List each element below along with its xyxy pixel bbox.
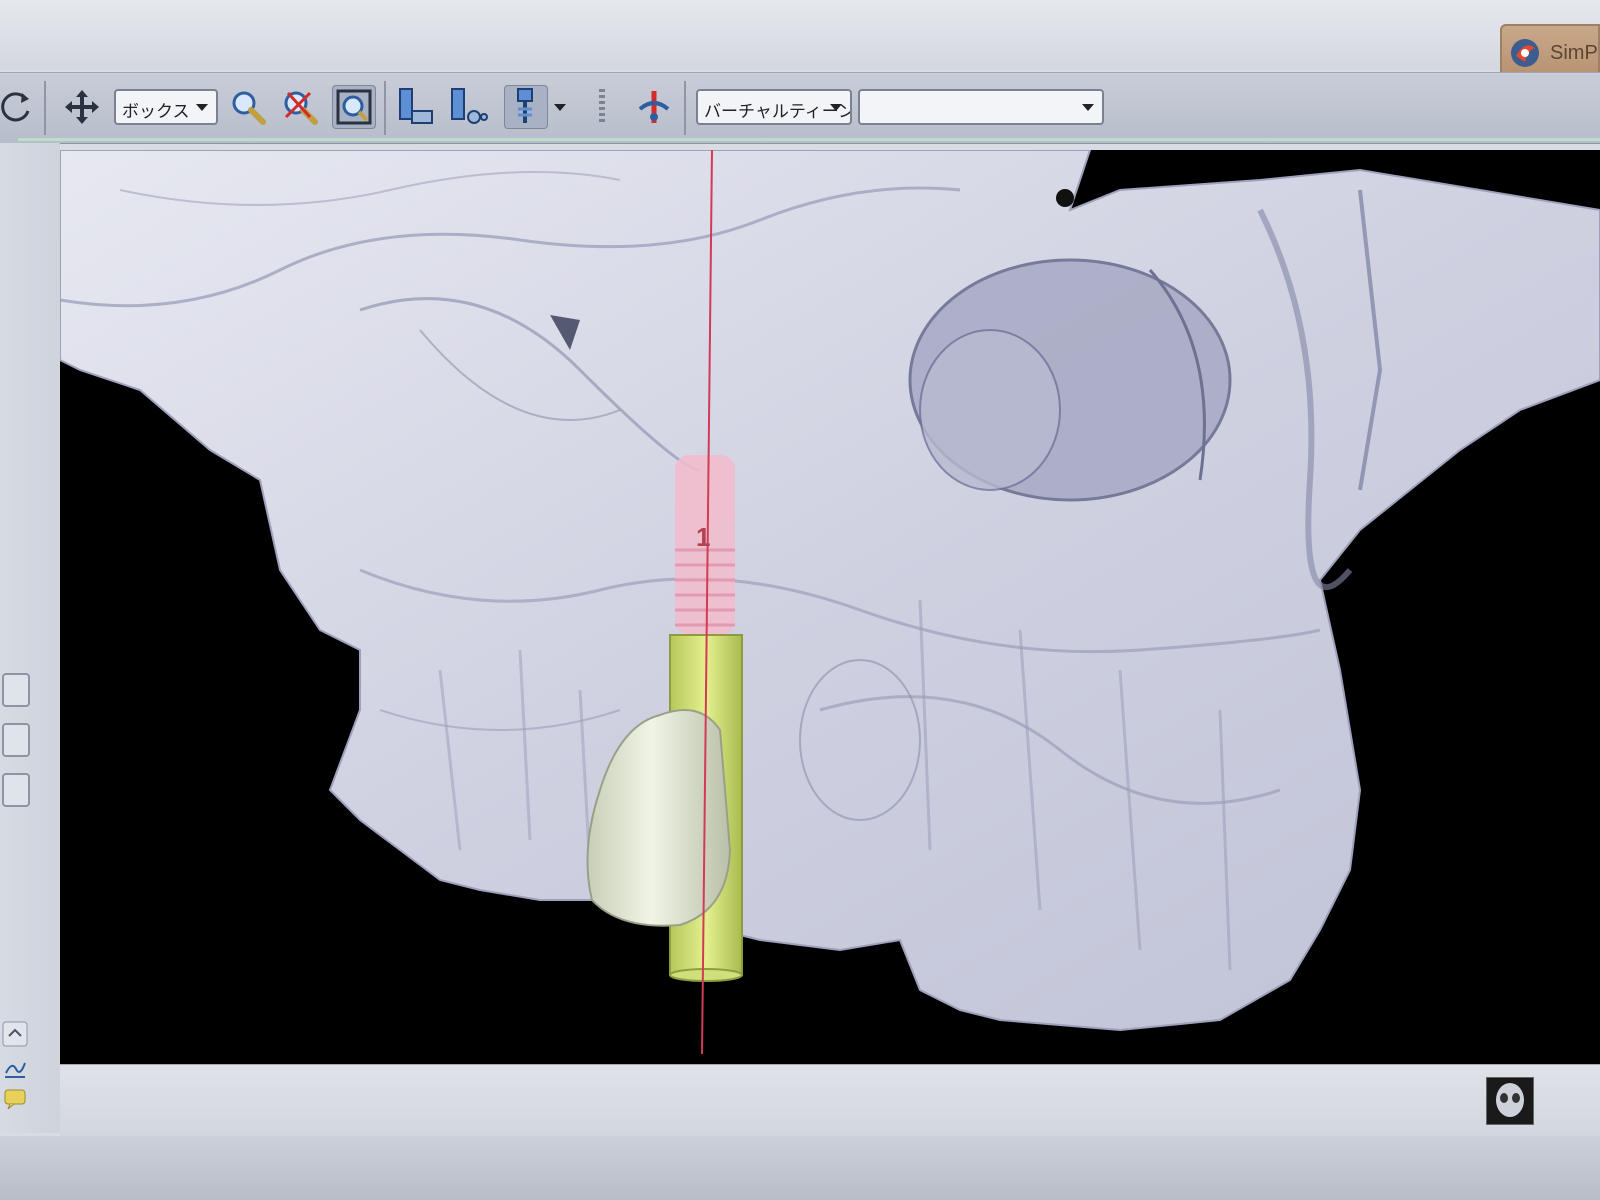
- brand-label: SimP: [1550, 42, 1598, 64]
- side-panel-button-3[interactable]: [2, 773, 30, 807]
- virtual-teeth-select[interactable]: バーチャルティーン: [696, 89, 852, 125]
- object-select[interactable]: [858, 89, 1104, 125]
- zoom-reset-icon: [284, 91, 318, 125]
- chevron-down-icon: [196, 104, 208, 111]
- title-area: [0, 0, 1600, 70]
- zoom-icon: [232, 91, 266, 125]
- zoom-fit-icon: [336, 89, 372, 125]
- implant-tool-3-button[interactable]: [504, 85, 548, 129]
- axis-tool-button[interactable]: [580, 85, 624, 129]
- collapse-up-icon[interactable]: [2, 1021, 28, 1047]
- footer-bar: [0, 1136, 1600, 1200]
- status-bar: [60, 1064, 1600, 1137]
- zoom-reset-button[interactable]: [278, 85, 322, 129]
- toolbar: ボックス バーチャルティーン: [0, 72, 1600, 144]
- 3d-viewport[interactable]: 1: [60, 150, 1600, 1064]
- implant-tool-2-button[interactable]: [446, 85, 490, 129]
- chevron-down-icon: [1082, 104, 1094, 111]
- side-panel-button-2[interactable]: [2, 723, 30, 757]
- axis-tool-icon: [599, 89, 605, 125]
- mode-select-value: ボックス: [122, 102, 190, 122]
- implant-number-label: 1: [696, 522, 711, 552]
- left-panel: [0, 143, 60, 1133]
- chevron-down-icon: [554, 104, 566, 111]
- implant-tool-1-button[interactable]: [394, 85, 438, 129]
- simplant-logo-icon: [1511, 39, 1539, 67]
- nerve-tool-icon: [638, 91, 670, 123]
- pan-button[interactable]: [60, 85, 104, 129]
- pan-icon: [65, 90, 99, 124]
- implant-tool-3-icon: [517, 88, 533, 123]
- zoom-button[interactable]: [226, 85, 270, 129]
- zoom-fit-button[interactable]: [332, 85, 376, 129]
- nerve-tool-button[interactable]: [632, 85, 676, 129]
- maxilla-3d-render: [60, 150, 1600, 1055]
- graph-icon[interactable]: [2, 1055, 28, 1081]
- chevron-down-icon: [830, 104, 842, 111]
- rotate-button[interactable]: [0, 85, 38, 129]
- skull-thumbnail-icon: [1496, 1083, 1524, 1117]
- note-icon[interactable]: [2, 1085, 28, 1111]
- side-panel-button-1[interactable]: [2, 673, 30, 707]
- mode-select[interactable]: ボックス: [114, 89, 218, 125]
- skull-thumbnail[interactable]: [1486, 1077, 1534, 1125]
- implant-tool-2-icon: [451, 88, 488, 124]
- implant-tool-1-icon: [399, 88, 433, 124]
- implant-tool-dropdown[interactable]: [550, 85, 570, 129]
- rotate-icon: [1, 92, 30, 122]
